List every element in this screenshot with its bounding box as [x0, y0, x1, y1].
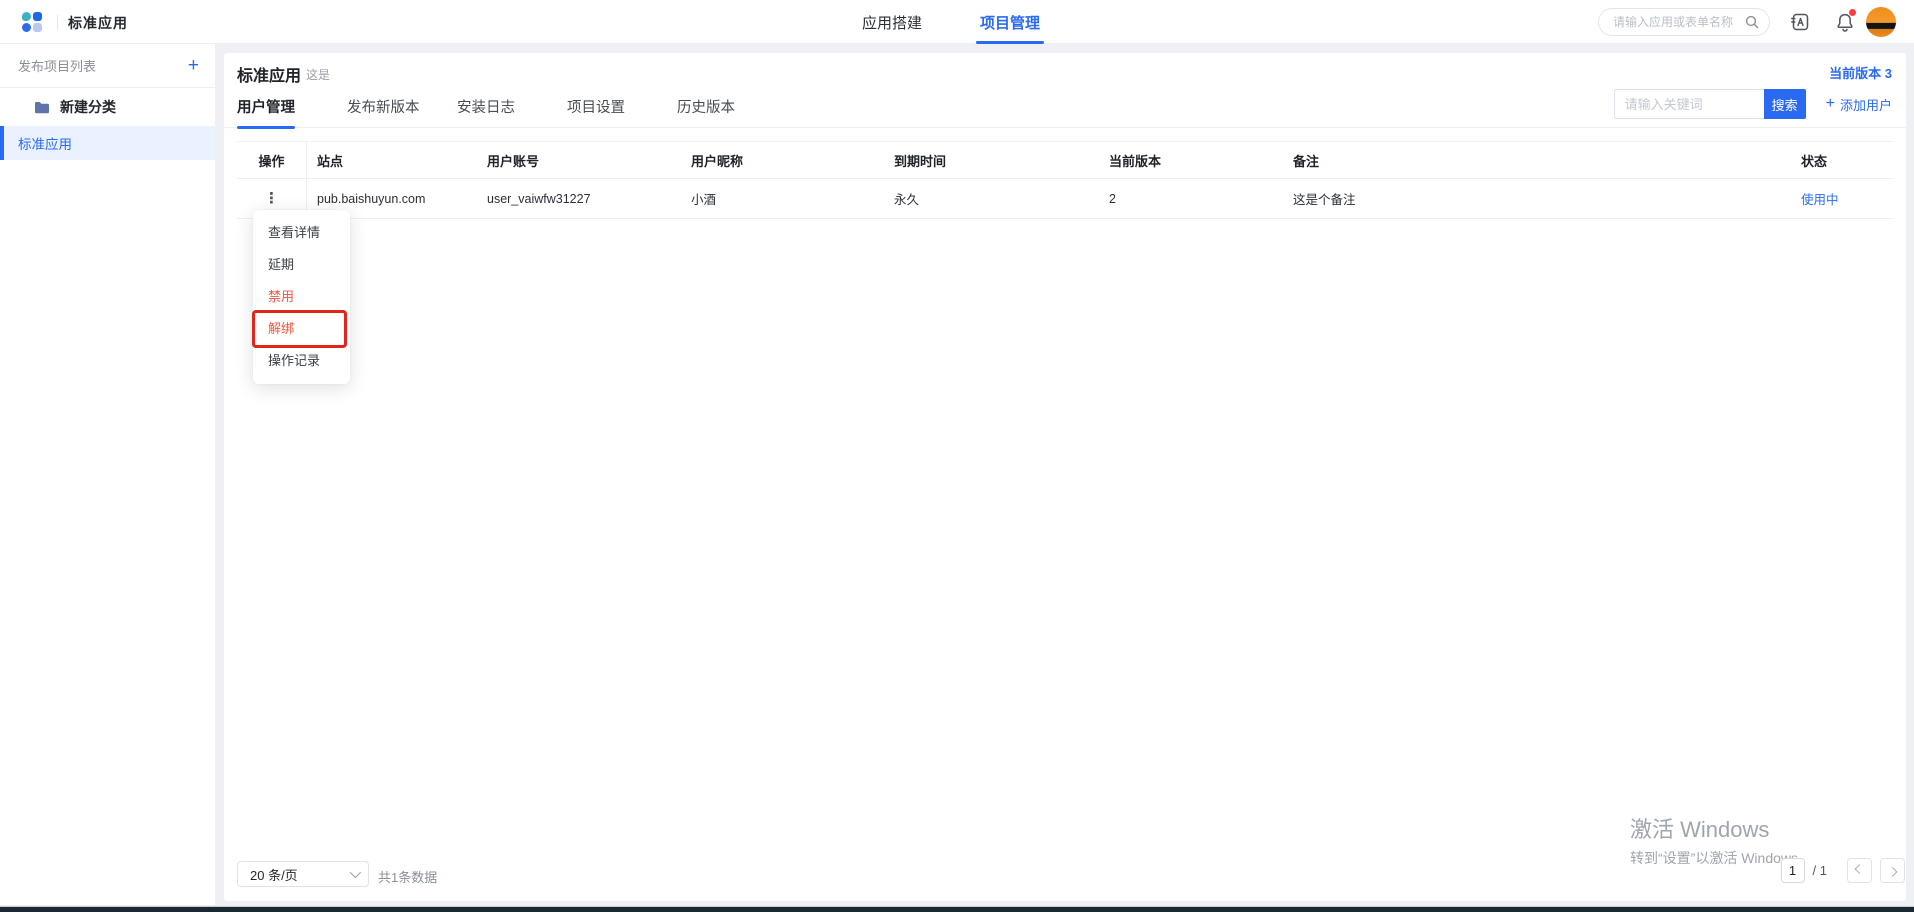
topbar: 标准应用 应用搭建 项目管理 — [0, 0, 1914, 44]
page-total-label: / 1 — [1813, 863, 1827, 878]
global-search[interactable] — [1598, 8, 1770, 36]
row-actions-dropdown: 查看详情 延期 禁用 解绑 操作记录 — [253, 210, 350, 384]
cell-site: pub.baishuyun.com — [307, 192, 477, 206]
cell-expire: 永久 — [884, 189, 1099, 208]
tab-project-settings[interactable]: 项目设置 — [567, 88, 677, 128]
cell-nickname: 小酒 — [681, 189, 884, 208]
page-number-input[interactable] — [1781, 858, 1805, 883]
page-size-select[interactable]: 20 条/页 — [237, 861, 369, 887]
sidebar-category[interactable]: 新建分类 — [0, 88, 215, 126]
search-icon — [1745, 15, 1759, 29]
divider — [57, 15, 58, 30]
cell-remark: 这是个备注 — [1283, 189, 1791, 208]
current-version-label: 当前版本 3 — [1829, 63, 1892, 82]
tabs: 用户管理 发布新版本 安装日志 项目设置 历史版本 — [237, 88, 787, 128]
add-project-button[interactable]: + — [188, 56, 199, 75]
col-header-op: 操作 — [237, 142, 307, 178]
col-header-status: 状态 — [1791, 151, 1894, 170]
status-link[interactable]: 使用中 — [1801, 193, 1839, 207]
cell-account: user_vaiwfw31227 — [477, 192, 681, 206]
table-header-row: 操作 站点 用户账号 用户昵称 到期时间 当前版本 备注 状态 — [237, 141, 1894, 179]
page-subtitle: 这是 — [306, 66, 330, 83]
search-button[interactable]: 搜索 — [1764, 89, 1806, 119]
sidebar-header-label: 发布项目列表 — [18, 56, 96, 75]
col-header-version: 当前版本 — [1099, 151, 1283, 170]
tabs-bar: 用户管理 发布新版本 安装日志 项目设置 历史版本 搜索 + 添加用户 — [224, 88, 1906, 128]
sidebar-header: 发布项目列表 + — [0, 44, 215, 88]
add-user-button[interactable]: + 添加用户 — [1826, 95, 1892, 114]
folder-icon — [34, 101, 50, 114]
top-nav: 应用搭建 项目管理 — [858, 0, 1044, 44]
sidebar: 发布项目列表 + 新建分类 标准应用 — [0, 44, 216, 905]
user-table: 操作 站点 用户账号 用户昵称 到期时间 当前版本 备注 状态 ⋮ pub.ba… — [237, 141, 1894, 219]
total-count-label: 共1条数据 — [378, 867, 437, 886]
content-card: 标准应用 这是 当前版本 3 用户管理 发布新版本 安装日志 项目设置 历史版本… — [224, 53, 1906, 901]
page-size-value: 20 条/页 — [250, 865, 298, 884]
notification-bell-icon[interactable] — [1833, 10, 1857, 34]
contacts-icon[interactable] — [1788, 10, 1812, 34]
chevron-left-icon — [1855, 864, 1865, 874]
menu-item-unbind[interactable]: 解绑 — [253, 313, 350, 345]
notification-badge — [1849, 9, 1856, 16]
window-bottom-edge — [0, 906, 1914, 912]
tab-history-versions[interactable]: 历史版本 — [677, 88, 787, 128]
chevron-right-icon — [1888, 867, 1898, 877]
row-actions-menu-button[interactable]: ⋮ — [264, 191, 279, 206]
prev-page-button[interactable] — [1847, 858, 1872, 883]
col-header-site: 站点 — [307, 151, 477, 170]
page-title: 标准应用 — [237, 62, 301, 86]
next-page-button[interactable] — [1880, 858, 1905, 883]
menu-item-disable[interactable]: 禁用 — [253, 281, 350, 313]
card-header: 标准应用 这是 当前版本 3 — [224, 53, 1906, 88]
table-toolbar: 搜索 + 添加用户 — [1614, 89, 1892, 119]
nav-project-management[interactable]: 项目管理 — [976, 0, 1044, 44]
col-header-account: 用户账号 — [477, 151, 681, 170]
col-header-remark: 备注 — [1283, 151, 1791, 170]
app-logo-icon[interactable] — [22, 12, 42, 32]
pagination: / 1 — [1781, 858, 1905, 883]
tab-install-log[interactable]: 安装日志 — [457, 88, 567, 128]
table-row: ⋮ pub.baishuyun.com user_vaiwfw31227 小酒 … — [237, 179, 1894, 219]
menu-item-operation-log[interactable]: 操作记录 — [253, 345, 350, 377]
cell-version: 2 — [1099, 192, 1283, 206]
sidebar-item-label: 标准应用 — [18, 133, 72, 153]
plus-icon: + — [1826, 96, 1835, 112]
chevron-down-icon — [350, 867, 361, 878]
sidebar-category-label: 新建分类 — [60, 97, 116, 117]
tab-user-management[interactable]: 用户管理 — [237, 88, 347, 128]
menu-item-extend[interactable]: 延期 — [253, 249, 350, 281]
user-avatar[interactable] — [1866, 7, 1896, 37]
app-title: 标准应用 — [68, 13, 128, 33]
keyword-search-input[interactable] — [1614, 89, 1764, 119]
global-search-input[interactable] — [1613, 15, 1745, 29]
nav-app-build[interactable]: 应用搭建 — [858, 0, 926, 44]
sidebar-item-project[interactable]: 标准应用 — [0, 126, 215, 160]
col-header-nickname: 用户昵称 — [681, 151, 884, 170]
menu-item-view-detail[interactable]: 查看详情 — [253, 217, 350, 249]
tab-publish-version[interactable]: 发布新版本 — [347, 88, 457, 128]
col-header-expire: 到期时间 — [884, 151, 1099, 170]
